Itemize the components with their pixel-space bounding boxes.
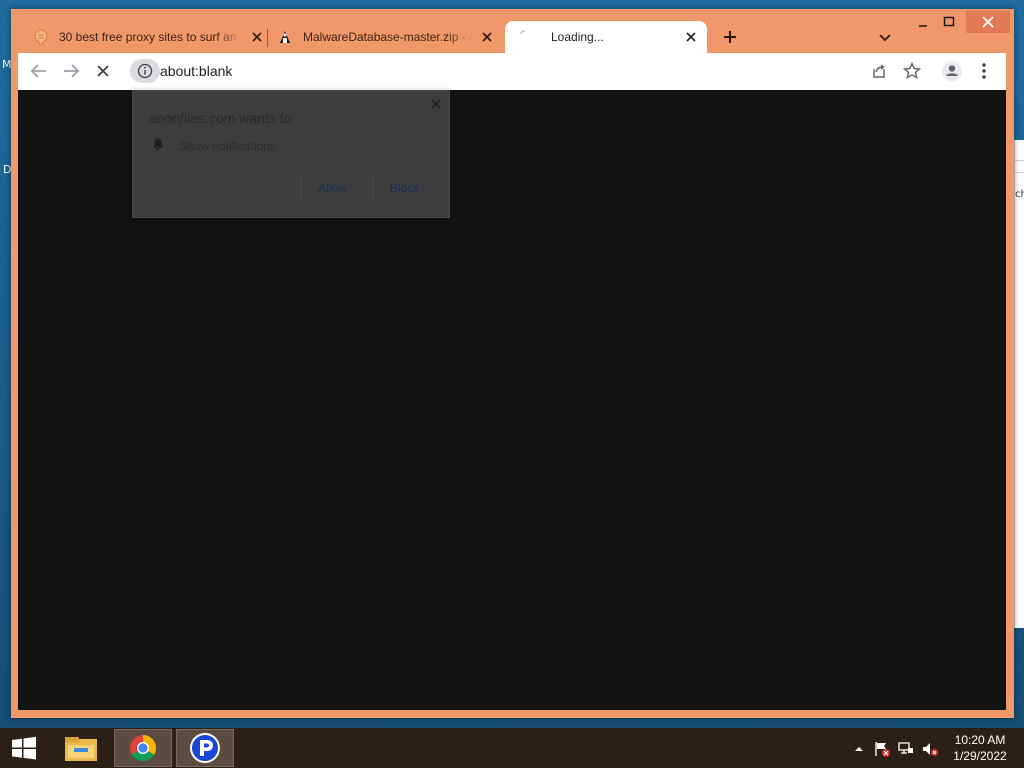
- tab-malware-database[interactable]: MalwareDatabase-master.zip - A: [277, 21, 495, 53]
- browser-toolbar: about:blank: [18, 53, 1006, 90]
- tab-title: Loading...: [551, 30, 604, 44]
- minimize-button[interactable]: [909, 11, 937, 33]
- permission-text: Show notifications: [179, 139, 276, 153]
- taskbar: 10:20 AM 1/29/2022: [0, 728, 1024, 768]
- taskbar-clock[interactable]: 10:20 AM 1/29/2022: [944, 732, 1016, 764]
- tab-separator: [267, 29, 268, 47]
- show-hidden-icons-chevron-up-icon[interactable]: [850, 740, 868, 758]
- maximize-button[interactable]: [935, 11, 963, 33]
- address-bar[interactable]: [128, 57, 828, 85]
- bookmark-star-icon[interactable]: [901, 60, 923, 82]
- parking-p-icon[interactable]: [176, 729, 234, 767]
- block-button[interactable]: Block: [372, 175, 436, 201]
- more-options-icon[interactable]: [973, 60, 995, 82]
- page-content: anonfiles.com wants to Show notification…: [18, 90, 1006, 710]
- clock-time: 10:20 AM: [954, 733, 1006, 747]
- chrome-icon[interactable]: [114, 729, 172, 767]
- back-arrow-icon[interactable]: [28, 60, 50, 82]
- proxy-site-favicon: [33, 29, 49, 45]
- tab-title: MalwareDatabase-master.zip - A: [303, 30, 473, 44]
- start-button[interactable]: [0, 729, 48, 767]
- allow-button[interactable]: Allow: [300, 175, 364, 201]
- volume-muted-icon[interactable]: [921, 740, 939, 758]
- browser-window: 30 best free proxy sites to surf an Malw…: [11, 9, 1014, 718]
- close-icon[interactable]: [429, 97, 443, 111]
- tab-loading[interactable]: Loading...: [505, 21, 707, 53]
- profile-avatar-icon[interactable]: [941, 60, 963, 82]
- background-window-text: ch: [1015, 189, 1024, 200]
- tab-strip: 30 best free proxy sites to surf an Malw…: [11, 9, 1014, 53]
- loading-spinner-icon: [517, 29, 533, 45]
- notification-permission-popup: anonfiles.com wants to Show notification…: [132, 90, 450, 218]
- forward-arrow-icon[interactable]: [60, 60, 82, 82]
- close-tab-icon[interactable]: [479, 29, 495, 45]
- site-info-icon[interactable]: [130, 59, 160, 83]
- stop-loading-icon[interactable]: [92, 60, 114, 82]
- tab-search-chevron-down-icon[interactable]: [875, 27, 895, 47]
- tab-proxy-sites[interactable]: 30 best free proxy sites to surf an: [33, 21, 265, 53]
- address-url[interactable]: about:blank: [160, 63, 232, 79]
- file-explorer-icon[interactable]: [52, 729, 110, 767]
- anonfiles-favicon: [277, 29, 293, 45]
- permission-popup-title: anonfiles.com wants to: [149, 110, 292, 126]
- close-window-button[interactable]: [966, 11, 1010, 33]
- new-tab-button[interactable]: [719, 26, 741, 48]
- close-tab-icon[interactable]: [683, 29, 699, 45]
- clock-date: 1/29/2022: [953, 749, 1007, 763]
- tab-title: 30 best free proxy sites to surf an: [59, 30, 237, 44]
- network-icon[interactable]: [897, 740, 915, 758]
- action-center-flag-icon[interactable]: [873, 740, 891, 758]
- close-tab-icon[interactable]: [249, 29, 265, 45]
- background-window-edge: ch: [1014, 140, 1024, 628]
- share-icon[interactable]: [868, 60, 890, 82]
- bell-icon: [151, 137, 165, 151]
